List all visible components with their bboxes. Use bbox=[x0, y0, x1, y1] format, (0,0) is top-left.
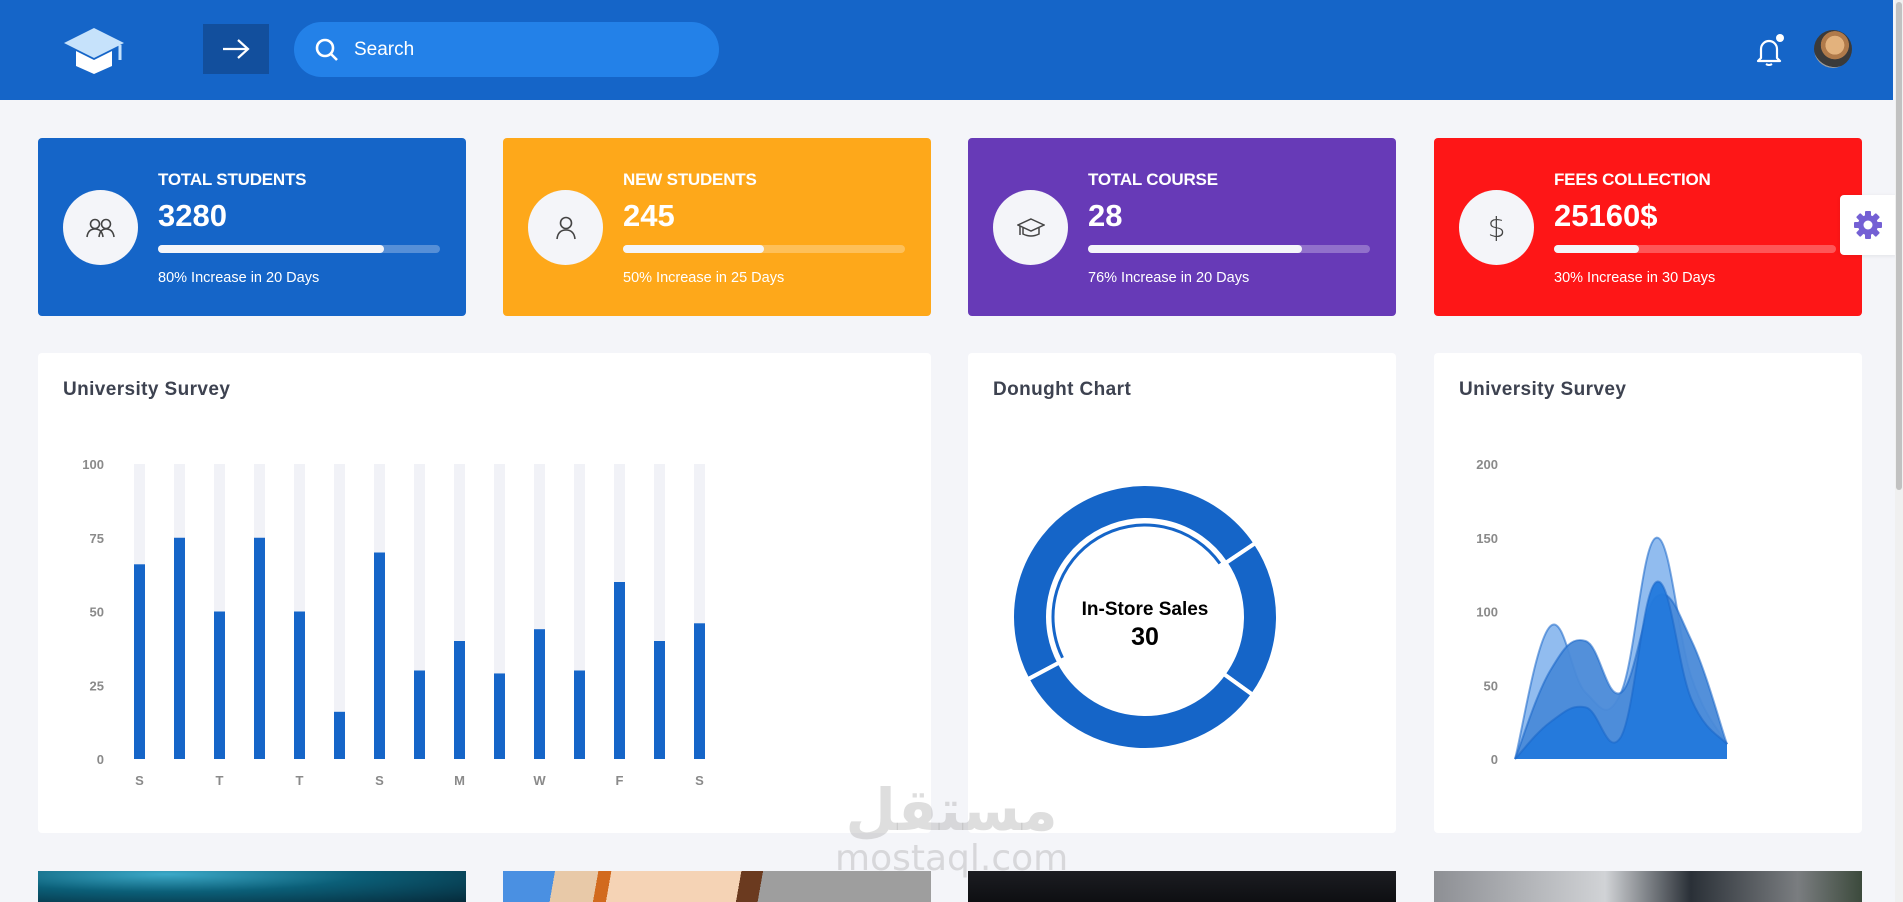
settings-button[interactable] bbox=[1840, 195, 1896, 255]
course-image-3[interactable] bbox=[968, 871, 1396, 902]
gear-icon bbox=[1854, 211, 1882, 239]
stat-card-total-course: TOTAL COURSE 28 76% Increase in 20 Days bbox=[968, 138, 1396, 316]
user-icon bbox=[528, 190, 603, 265]
stat-value: 28 bbox=[1088, 198, 1123, 233]
bar bbox=[334, 711, 345, 759]
stat-card-new-students: NEW STUDENTS 245 50% Increase in 25 Days bbox=[503, 138, 931, 316]
top-header bbox=[0, 0, 1893, 100]
progress-fill bbox=[158, 245, 384, 253]
graduation-cap-icon[interactable] bbox=[62, 26, 126, 76]
stat-title: FEES COLLECTION bbox=[1554, 170, 1711, 189]
bar bbox=[574, 670, 585, 759]
x-tick-label: W bbox=[533, 773, 546, 788]
stat-card-total-students: TOTAL STUDENTS 3280 80% Increase in 20 D… bbox=[38, 138, 466, 316]
stat-title: TOTAL STUDENTS bbox=[158, 170, 307, 189]
stat-value: 25160$ bbox=[1554, 198, 1658, 233]
bar bbox=[454, 641, 465, 759]
dollar-icon: $ bbox=[1459, 190, 1534, 265]
stat-value: 3280 bbox=[158, 198, 227, 233]
donut-chart-card: Donught Chart In-Store Sales 30 bbox=[968, 353, 1396, 833]
bar bbox=[374, 552, 385, 759]
x-tick-label: M bbox=[454, 773, 465, 788]
bar bbox=[414, 670, 425, 759]
y-tick-label: 150 bbox=[1476, 531, 1498, 546]
bar bbox=[694, 623, 705, 759]
search-icon[interactable] bbox=[314, 37, 340, 63]
bar bbox=[254, 537, 265, 759]
stat-note: 80% Increase in 20 Days bbox=[158, 270, 320, 286]
donut-center-value: 30 bbox=[1131, 623, 1159, 651]
progress-bar bbox=[158, 245, 440, 253]
area-chart-card: University Survey 0 50 100 150 200 bbox=[1434, 353, 1862, 833]
vertical-scrollbar[interactable] bbox=[1895, 0, 1903, 902]
search-input[interactable] bbox=[354, 38, 694, 61]
progress-bar bbox=[623, 245, 905, 253]
bar bbox=[294, 611, 305, 759]
stat-note: 30% Increase in 30 Days bbox=[1554, 270, 1716, 286]
x-tick-label: S bbox=[375, 773, 384, 788]
stat-value: 245 bbox=[623, 198, 675, 233]
bar-chart-card: University Survey 0 25 50 75 100 S T T S M W F S bbox=[38, 353, 931, 833]
course-image-2[interactable] bbox=[503, 871, 931, 902]
stat-card-fees-collection: $ FEES COLLECTION 25160$ 30% Increase in… bbox=[1434, 138, 1862, 316]
bar-chart: 0 25 50 75 100 S T T S M W F S bbox=[82, 457, 705, 788]
y-tick-label: 0 bbox=[1491, 752, 1498, 767]
x-tick-label: F bbox=[616, 773, 624, 788]
bar bbox=[174, 537, 185, 759]
stat-note: 50% Increase in 25 Days bbox=[623, 270, 785, 286]
progress-fill bbox=[1088, 245, 1303, 253]
donut-segment bbox=[1024, 659, 1256, 752]
progress-fill bbox=[623, 245, 764, 253]
stat-title: TOTAL COURSE bbox=[1088, 170, 1218, 189]
y-tick-label: 50 bbox=[90, 605, 104, 620]
bar bbox=[494, 673, 505, 759]
y-tick-label: 100 bbox=[82, 457, 104, 472]
stat-note: 76% Increase in 20 Days bbox=[1088, 270, 1250, 286]
y-tick-label: 0 bbox=[97, 752, 104, 767]
users-icon bbox=[63, 190, 138, 265]
y-tick-label: 200 bbox=[1476, 457, 1498, 472]
progress-fill bbox=[1554, 245, 1639, 253]
course-image-4[interactable] bbox=[1434, 871, 1862, 902]
donut-center-label: In-Store Sales bbox=[1082, 599, 1209, 620]
user-avatar[interactable] bbox=[1814, 30, 1852, 68]
donut-chart: In-Store Sales 30 bbox=[1010, 482, 1280, 752]
sidebar-toggle-button[interactable] bbox=[203, 24, 269, 74]
bar bbox=[134, 564, 145, 759]
y-tick-label: 100 bbox=[1476, 605, 1498, 620]
scrollbar-thumb[interactable] bbox=[1896, 2, 1902, 490]
graduation-cap-icon bbox=[993, 190, 1068, 265]
course-image-1[interactable] bbox=[38, 871, 466, 902]
progress-bar bbox=[1554, 245, 1836, 253]
notification-badge bbox=[1776, 34, 1784, 42]
y-tick-label: 50 bbox=[1484, 678, 1498, 693]
stat-title: NEW STUDENTS bbox=[623, 170, 757, 189]
x-tick-label: S bbox=[695, 773, 704, 788]
y-tick-label: 75 bbox=[90, 531, 104, 546]
progress-bar bbox=[1088, 245, 1370, 253]
y-tick-label: 25 bbox=[90, 678, 104, 693]
bar bbox=[654, 641, 665, 759]
donut-segment bbox=[1220, 540, 1280, 698]
area-chart: 0 50 100 150 200 bbox=[1476, 457, 1728, 767]
bar bbox=[214, 611, 225, 759]
bar bbox=[614, 582, 625, 759]
x-tick-label: T bbox=[296, 773, 304, 788]
search-bar bbox=[294, 22, 719, 77]
x-tick-label: T bbox=[216, 773, 224, 788]
x-tick-label: S bbox=[135, 773, 144, 788]
arrow-right-icon bbox=[223, 39, 250, 59]
bar bbox=[534, 629, 545, 759]
